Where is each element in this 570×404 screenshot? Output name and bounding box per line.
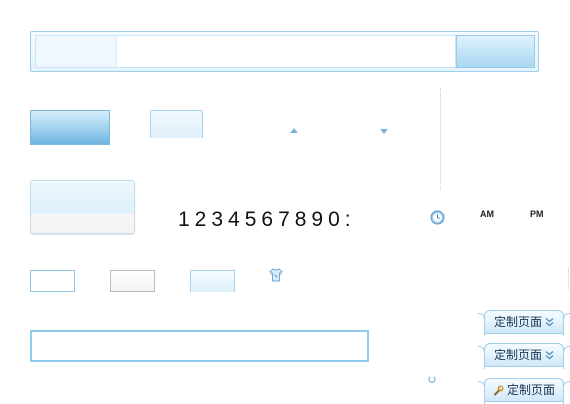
search-input[interactable] <box>116 35 456 68</box>
blue-button[interactable] <box>30 110 110 145</box>
customize-page-button[interactable]: 定制页面 <box>478 310 570 336</box>
shirt-icon[interactable]: ✎ <box>269 268 283 282</box>
double-chevron-down-icon <box>545 318 554 327</box>
text-input-field[interactable] <box>30 330 369 362</box>
dotted-divider <box>568 268 569 290</box>
clock-digits: 1234567890: <box>178 208 356 231</box>
customize-page-label: 定制页面 <box>493 315 542 329</box>
customize-page-label: 定制页面 <box>506 383 555 397</box>
double-chevron-down-icon <box>545 351 554 360</box>
search-button[interactable] <box>456 35 535 68</box>
tab[interactable] <box>150 110 203 138</box>
tab-small[interactable] <box>190 270 235 292</box>
dotted-divider <box>440 88 441 190</box>
arrow-up-icon[interactable] <box>290 128 298 133</box>
customize-page-button[interactable]: 定制页面 <box>478 378 570 404</box>
arrow-down-icon[interactable] <box>380 129 388 134</box>
gray-button[interactable] <box>110 270 155 292</box>
svg-text:✎: ✎ <box>274 274 278 280</box>
customize-page-button[interactable]: 定制页面 <box>478 343 570 369</box>
search-category-selector[interactable] <box>35 35 116 68</box>
input-box[interactable] <box>30 270 75 292</box>
pm-label: PM <box>530 209 544 219</box>
loading-icon <box>428 376 436 383</box>
clock-icon <box>430 210 445 225</box>
am-label: AM <box>480 209 494 219</box>
customize-page-label: 定制页面 <box>493 348 542 362</box>
wrench-icon <box>493 385 504 395</box>
panel-box <box>30 180 135 234</box>
